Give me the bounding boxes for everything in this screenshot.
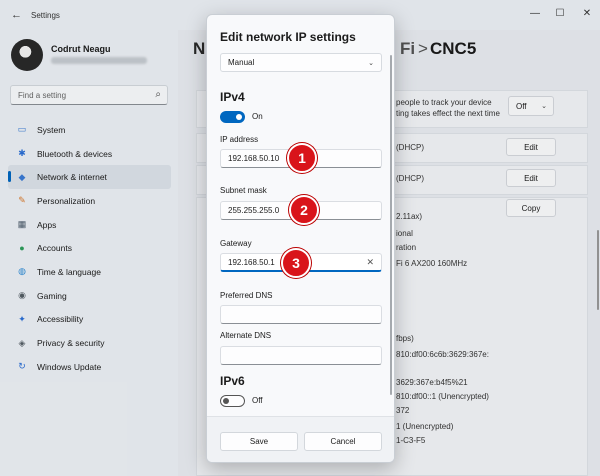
save-button[interactable]: Save xyxy=(220,432,298,451)
alternate-dns-label: Alternate DNS xyxy=(220,331,272,340)
alternate-dns-field[interactable] xyxy=(220,346,382,365)
ip-mode-value: Manual xyxy=(228,58,255,67)
gateway-value: 192.168.50.1 xyxy=(228,257,275,267)
ipv4-toggle[interactable] xyxy=(220,111,245,123)
subnet-mask-label: Subnet mask xyxy=(220,186,267,195)
ip-mode-dropdown[interactable]: Manual ⌄ xyxy=(220,53,382,72)
ip-address-label: IP address xyxy=(220,135,259,144)
annotation-marker-2: 2 xyxy=(289,195,319,225)
ip-address-value: 192.168.50.10 xyxy=(228,154,280,163)
ipv6-toggle[interactable] xyxy=(220,395,245,407)
preferred-dns-label: Preferred DNS xyxy=(220,291,273,300)
dialog-title: Edit network IP settings xyxy=(220,30,356,44)
ipv4-title: IPv4 xyxy=(220,90,245,104)
gateway-label: Gateway xyxy=(220,239,252,248)
subnet-mask-value: 255.255.255.0 xyxy=(228,206,280,215)
cancel-button[interactable]: Cancel xyxy=(304,432,382,451)
edit-ip-dialog: Edit network IP settings Manual ⌄ IPv4 O… xyxy=(206,14,395,463)
annotation-marker-3: 3 xyxy=(281,248,311,278)
annotation-marker-1: 1 xyxy=(287,143,317,173)
clear-icon[interactable]: ✕ xyxy=(366,257,374,268)
dialog-footer: Save Cancel xyxy=(207,416,394,462)
dialog-scrollbar[interactable] xyxy=(390,55,392,395)
preferred-dns-field[interactable] xyxy=(220,305,382,324)
ipv4-toggle-label: On xyxy=(252,112,263,121)
ipv6-toggle-label: Off xyxy=(252,396,263,405)
ipv6-title: IPv6 xyxy=(220,374,245,388)
chevron-down-icon: ⌄ xyxy=(368,59,374,67)
